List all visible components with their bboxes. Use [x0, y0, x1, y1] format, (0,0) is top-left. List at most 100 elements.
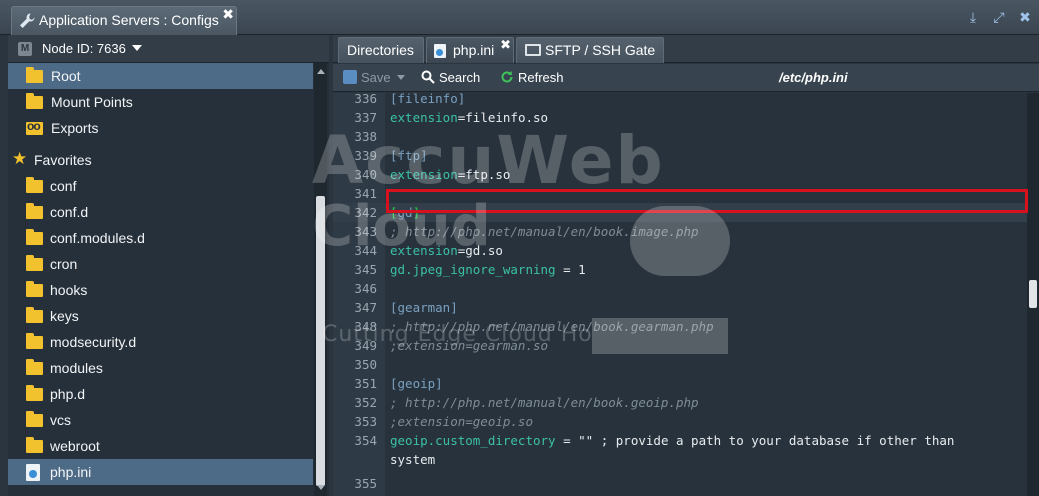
- line-number: 345: [354, 262, 377, 277]
- code-line[interactable]: 337 extension=fileinfo.so: [333, 108, 1027, 127]
- tree-scrollbar[interactable]: [314, 63, 327, 496]
- line-number: 338: [354, 129, 377, 144]
- tree-item-modules[interactable]: modules: [8, 355, 313, 381]
- tree-item-modsecurity-d[interactable]: modsecurity.d: [8, 329, 313, 355]
- chevron-down-icon[interactable]: [396, 75, 405, 80]
- code-line[interactable]: 351 [geoip]: [333, 374, 1027, 393]
- tree-item-vcs[interactable]: vcs: [8, 407, 313, 433]
- code-text: system: [390, 452, 436, 467]
- scroll-down-icon[interactable]: [317, 485, 325, 490]
- editor-toolbar: Save Search Refresh /etc/php.ini: [333, 64, 1039, 92]
- code-text: [ftp]: [390, 148, 428, 163]
- code-text: extension=ftp.so: [390, 167, 511, 182]
- file-path: /etc/php.ini: [779, 70, 848, 85]
- code-line[interactable]: 343 ; http://php.net/manual/en/book.image…: [333, 222, 1027, 241]
- tree-item-cron[interactable]: cron: [8, 251, 313, 277]
- line-number: 347: [354, 300, 377, 315]
- save-button[interactable]: Save: [343, 70, 405, 85]
- tree-item-label: Mount Points: [51, 94, 133, 110]
- refresh-icon: [501, 71, 513, 83]
- line-number: 355: [354, 476, 377, 491]
- close-icon[interactable]: ✖: [222, 7, 234, 21]
- code-line[interactable]: 352 ; http://php.net/manual/en/book.geoip…: [333, 393, 1027, 412]
- folder-icon: [26, 333, 43, 349]
- code-line[interactable]: 344 extension=gd.so: [333, 241, 1027, 260]
- tree-item-exports[interactable]: Exports: [8, 115, 313, 141]
- expand-icon[interactable]: ⤢: [991, 9, 1007, 25]
- scroll-thumb[interactable]: [1029, 280, 1037, 308]
- line-number: 343: [354, 224, 377, 239]
- folder-icon: [26, 203, 43, 219]
- code-line[interactable]: 345 gd.jpeg_ignore_warning = 1: [333, 260, 1027, 279]
- code-line[interactable]: 353 ;extension=geoip.so: [333, 412, 1027, 431]
- code-text: ; http://php.net/manual/en/book.gearman.…: [390, 319, 714, 334]
- tree-item-label: keys: [50, 308, 79, 324]
- highlight-box: [386, 189, 1028, 213]
- code-line[interactable]: system: [333, 450, 1027, 469]
- tree-item-php-ini[interactable]: php.ini: [8, 459, 313, 485]
- code-line[interactable]: 354 geoip.custom_directory = "" ; provide…: [333, 431, 1027, 450]
- tree-item-mount-points[interactable]: Mount Points: [8, 89, 313, 115]
- close-window-icon[interactable]: ✖: [1017, 9, 1033, 25]
- tree-item-favorites[interactable]: ★ Favorites: [8, 147, 313, 173]
- tree-item-conf-modules-d[interactable]: conf.modules.d: [8, 225, 313, 251]
- search-button[interactable]: Search: [421, 70, 480, 85]
- tree-item-conf-d[interactable]: conf.d: [8, 199, 313, 225]
- download-icon[interactable]: ⤓: [965, 9, 981, 25]
- code-line[interactable]: 349 ;extension=gearman.so: [333, 336, 1027, 355]
- tree-item-label: conf: [50, 178, 77, 194]
- tab-label: php.ini: [453, 42, 495, 58]
- code-text: geoip.custom_directory = "" ; provide a …: [390, 433, 955, 448]
- line-number: 339: [354, 148, 377, 163]
- code-line[interactable]: 348 ; http://php.net/manual/en/book.gearm…: [333, 317, 1027, 336]
- refresh-button[interactable]: Refresh: [500, 70, 564, 85]
- tree-item-conf[interactable]: conf: [8, 173, 313, 199]
- search-label: Search: [439, 70, 481, 85]
- tab-directories[interactable]: Directories: [338, 37, 424, 63]
- tree-item-keys[interactable]: keys: [8, 303, 313, 329]
- tab-php-ini[interactable]: php.ini ✖: [426, 37, 514, 63]
- folder-icon: [26, 281, 43, 297]
- code-line[interactable]: 339 [ftp]: [333, 146, 1027, 165]
- tree-item-label: vcs: [50, 412, 71, 428]
- exports-icon: [26, 119, 43, 135]
- tree-item-label: webroot: [50, 438, 100, 454]
- line-number: 354: [354, 433, 377, 448]
- window-titlebar: Application Servers : Configs ✖ ⤓ ⤢ ✖: [0, 0, 1039, 35]
- code-text: [geoip]: [390, 376, 443, 391]
- folder-icon: [26, 385, 43, 401]
- editor-scrollbar[interactable]: [1027, 93, 1039, 496]
- code-line[interactable]: 346: [333, 279, 1027, 298]
- file-tree: Root Mount Points Exports ★ Favorites conf con…: [8, 63, 313, 496]
- folder-icon: [26, 177, 43, 193]
- tab-bar: Directories php.ini ✖ SFTP / SSH Gate: [333, 35, 1039, 63]
- node-icon: M: [18, 42, 32, 56]
- tree-item-webroot[interactable]: webroot: [8, 433, 313, 459]
- tree-item-label: Root: [51, 68, 81, 84]
- window-tab[interactable]: Application Servers : Configs ✖: [11, 6, 237, 35]
- tree-item-root[interactable]: Root: [8, 63, 313, 89]
- line-number: 348: [354, 319, 377, 334]
- code-line[interactable]: 355: [333, 474, 1027, 493]
- folder-icon: [26, 255, 43, 271]
- refresh-label: Refresh: [518, 70, 564, 85]
- tree-item-hooks[interactable]: hooks: [8, 277, 313, 303]
- tab-sftp-ssh-gate[interactable]: SFTP / SSH Gate: [516, 37, 664, 63]
- tree-item-php-d[interactable]: php.d: [8, 381, 313, 407]
- tree-item-label: Favorites: [34, 152, 92, 168]
- chevron-down-icon[interactable]: [132, 45, 142, 51]
- node-selector[interactable]: M Node ID: 7636: [8, 35, 329, 63]
- folder-icon: [26, 411, 43, 427]
- scroll-thumb[interactable]: [316, 196, 325, 486]
- folder-icon: [26, 437, 43, 453]
- window-controls: ⤓ ⤢ ✖: [965, 9, 1033, 25]
- code-line[interactable]: 347 [gearman]: [333, 298, 1027, 317]
- tree-item-label: conf.d: [50, 204, 89, 220]
- code-editor[interactable]: 336 [fileinfo] 337 extension=fileinfo.so 338…: [333, 93, 1027, 496]
- scroll-up-icon[interactable]: [317, 69, 325, 74]
- code-line[interactable]: 340 extension=ftp.so: [333, 165, 1027, 184]
- close-icon[interactable]: ✖: [500, 37, 511, 53]
- code-line[interactable]: 336 [fileinfo]: [333, 93, 1027, 108]
- code-line[interactable]: 350: [333, 355, 1027, 374]
- code-line[interactable]: 338: [333, 127, 1027, 146]
